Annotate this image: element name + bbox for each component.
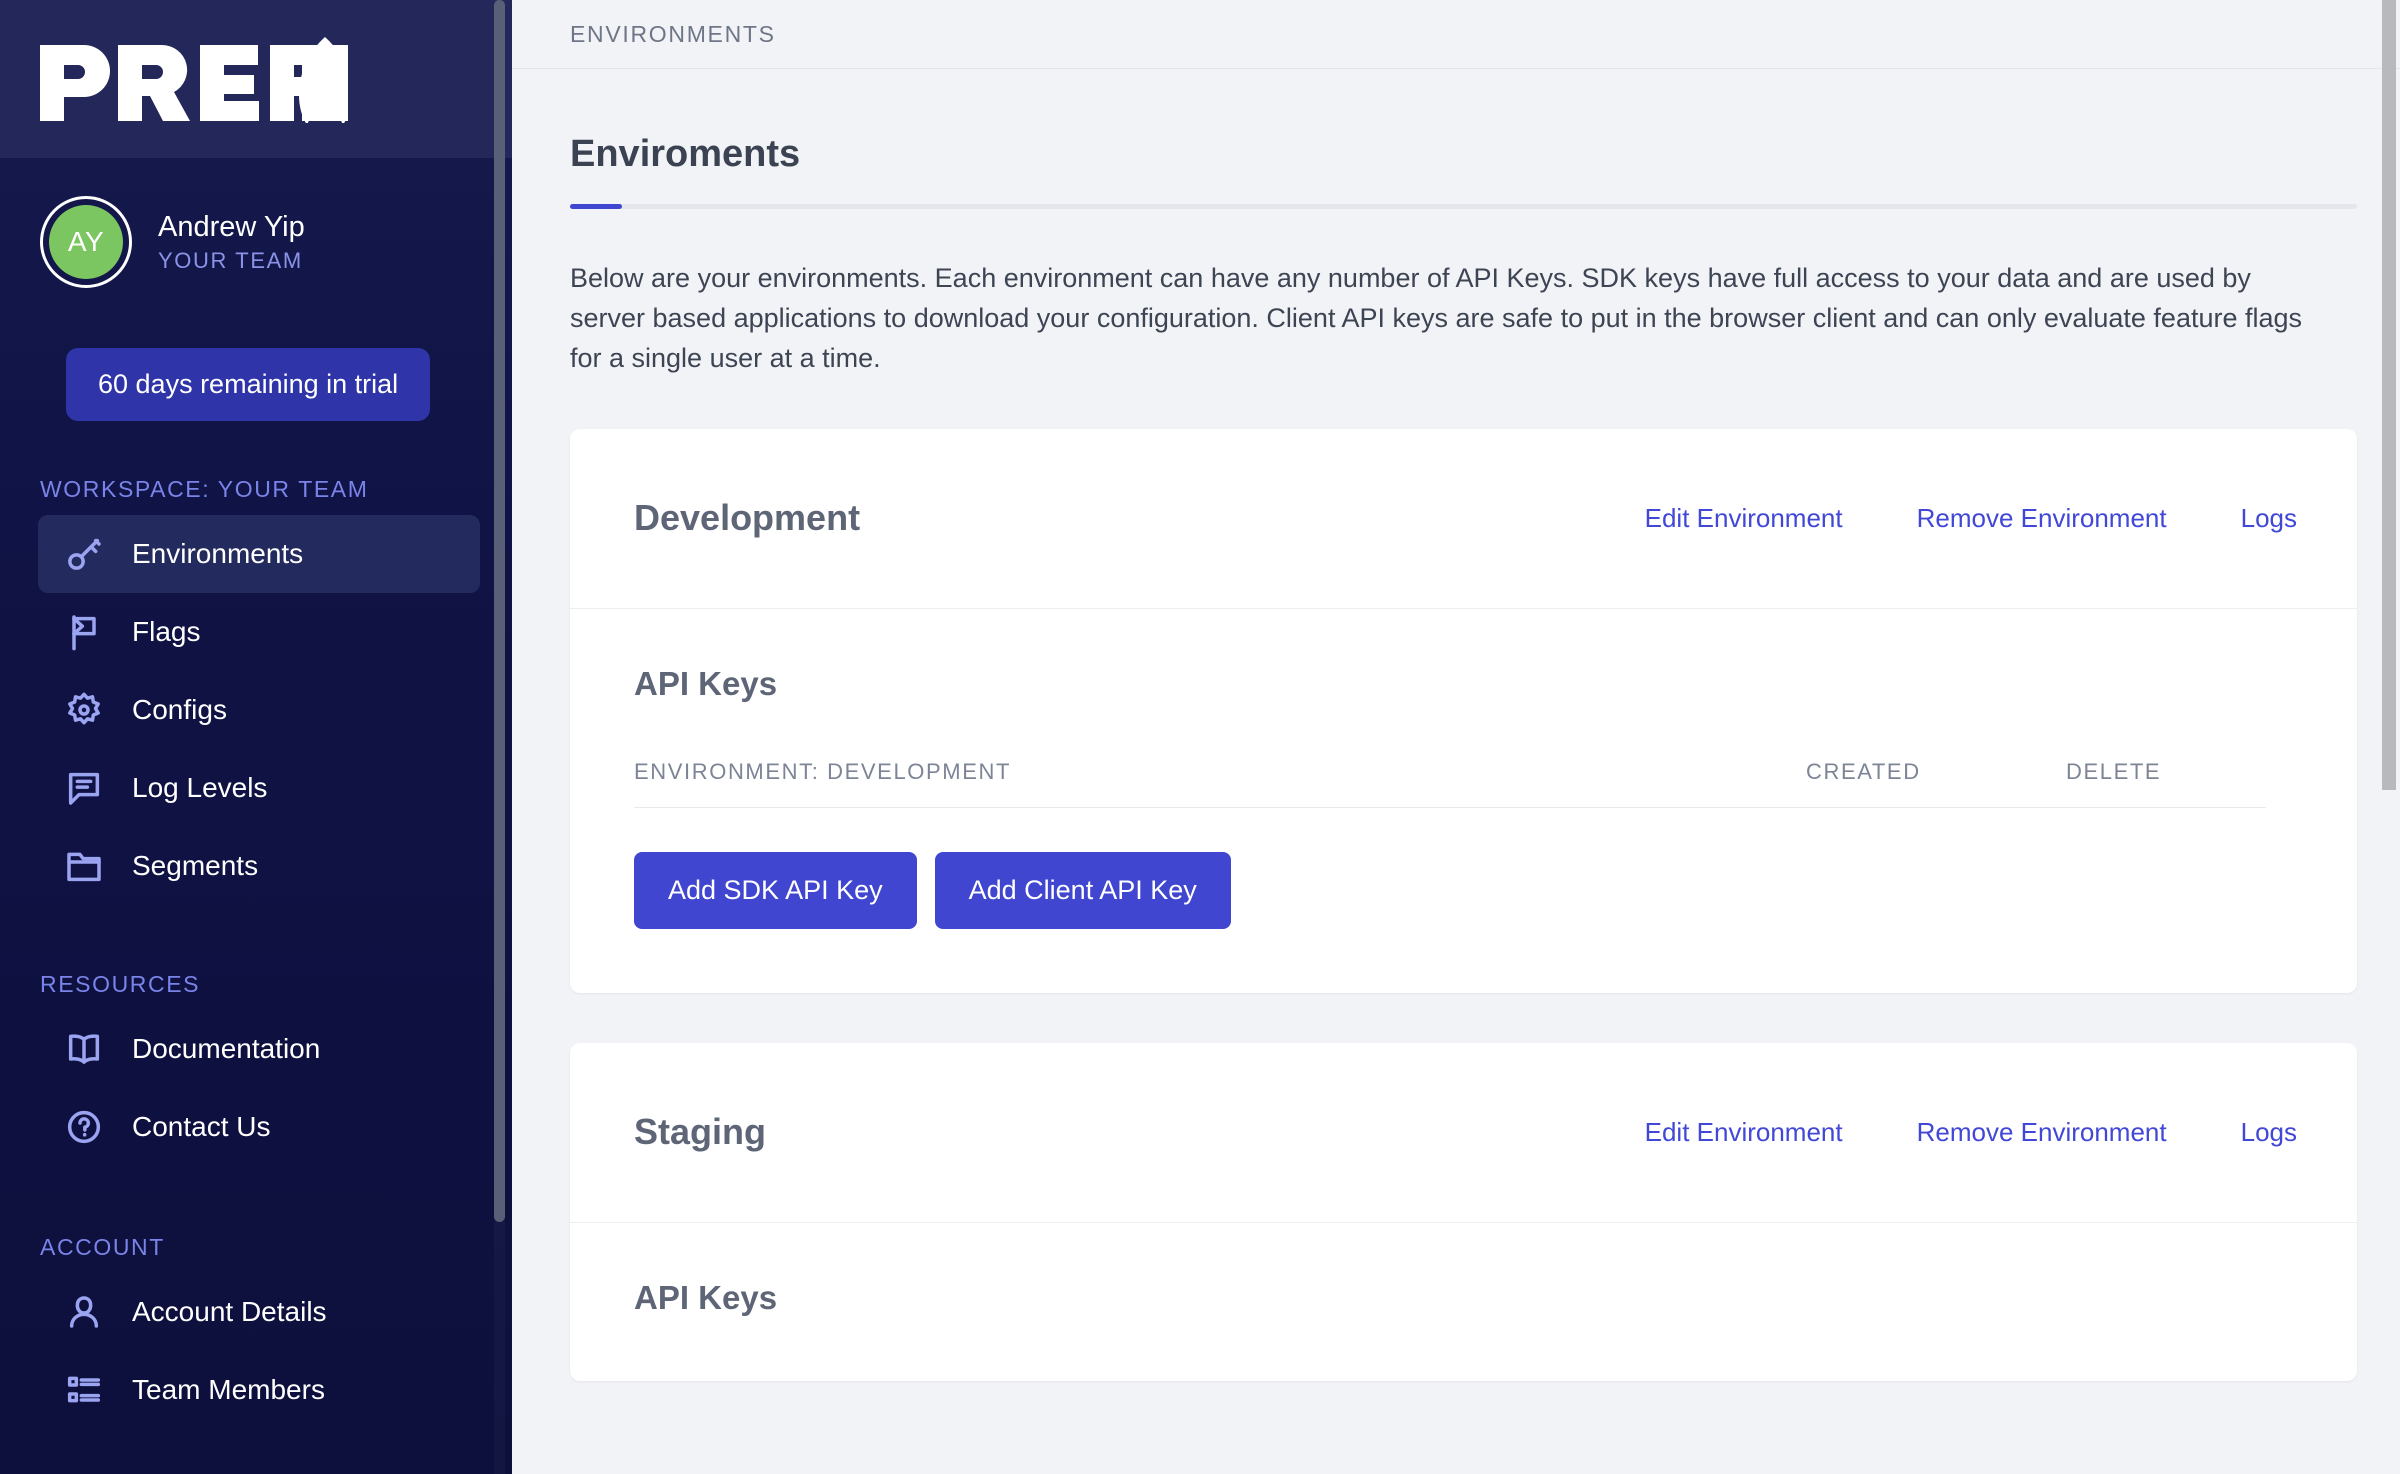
environment-card-header: Staging Edit Environment Remove Environm… — [570, 1043, 2357, 1223]
title-accent-bar — [570, 204, 622, 209]
add-sdk-api-key-button[interactable]: Add SDK API Key — [634, 851, 917, 929]
environment-card-body: API Keys — [570, 1223, 2357, 1381]
sidebar-item-label: Flags — [132, 616, 201, 647]
breadcrumb: ENVIRONMENTS — [570, 20, 776, 47]
sidebar-scrollbar-thumb[interactable] — [494, 0, 505, 1222]
question-circle-icon — [64, 1107, 110, 1147]
main-content: ENVIRONMENTS Enviroments Below are your … — [512, 0, 2400, 1474]
prefab-logo-icon — [40, 37, 348, 123]
api-keys-heading: API Keys — [634, 1278, 778, 1316]
user-team: YOUR TEAM — [158, 248, 303, 274]
sidebar-item-label: Configs — [132, 694, 227, 725]
page-description: Below are your environments. Each enviro… — [570, 263, 2303, 373]
sidebar-item-environments[interactable]: Environments — [38, 515, 480, 593]
user-name: Andrew Yip — [158, 210, 305, 243]
environment-card-body: API Keys ENVIRONMENT: DEVELOPMENT CREATE… — [570, 609, 2357, 993]
sidebar-item-label: Contact Us — [132, 1111, 271, 1142]
topbar: ENVIRONMENTS — [512, 0, 2400, 69]
sidebar-nav-workspace: Environments Flags Configs Log Levels Se… — [0, 515, 512, 905]
trial-badge[interactable]: 60 days remaining in trial — [66, 348, 431, 421]
sidebar-section-workspace-label: WORKSPACE: YOUR TEAM — [40, 476, 369, 502]
person-icon — [64, 1292, 110, 1332]
sidebar-item-flags[interactable]: Flags — [38, 593, 480, 671]
content-area: Enviroments Below are your environments.… — [512, 69, 2400, 1381]
remove-environment-link[interactable]: Remove Environment — [1917, 503, 2167, 534]
avatar-initials: AY — [49, 205, 123, 279]
remove-environment-link[interactable]: Remove Environment — [1917, 1117, 2167, 1148]
column-header-created: CREATED — [1806, 758, 1921, 784]
sidebar-section-resources-label: RESOURCES — [40, 971, 201, 997]
title-underline — [570, 204, 2357, 209]
flag-icon — [64, 612, 110, 652]
sidebar-item-log-levels[interactable]: Log Levels — [38, 749, 480, 827]
book-icon — [64, 1029, 110, 1069]
environment-card: Staging Edit Environment Remove Environm… — [570, 1042, 2357, 1381]
folder-icon — [64, 846, 110, 886]
sidebar-item-account-details[interactable]: Account Details — [38, 1273, 480, 1351]
environment-card: Development Edit Environment Remove Envi… — [570, 428, 2357, 993]
api-keys-heading: API Keys — [634, 664, 778, 702]
sidebar-item-contact-us[interactable]: Contact Us — [38, 1088, 480, 1166]
gear-icon — [64, 690, 110, 730]
avatar: AY — [40, 196, 132, 288]
edit-environment-link[interactable]: Edit Environment — [1645, 503, 1843, 534]
api-keys-table-header: ENVIRONMENT: DEVELOPMENT CREATED DELETE — [634, 759, 2266, 808]
sidebar-item-label: Environments — [132, 538, 304, 569]
user-text: Andrew Yip YOUR TEAM — [158, 210, 305, 274]
environment-actions: Edit Environment Remove Environment Logs — [1645, 503, 2297, 534]
sidebar-section-account-label: ACCOUNT — [40, 1234, 165, 1260]
environment-name: Staging — [634, 1111, 766, 1153]
edit-environment-link[interactable]: Edit Environment — [1645, 1117, 1843, 1148]
logs-link[interactable]: Logs — [2241, 1117, 2297, 1148]
sidebar-nav-resources: Documentation Contact Us — [0, 1010, 512, 1166]
column-header-environment: ENVIRONMENT: DEVELOPMENT — [634, 758, 1012, 784]
sidebar-item-label: Documentation — [132, 1033, 321, 1064]
sidebar-item-team-members[interactable]: Team Members — [38, 1351, 480, 1429]
sidebar-item-label: Team Members — [132, 1374, 325, 1405]
environment-actions: Edit Environment Remove Environment Logs — [1645, 1117, 2297, 1148]
chat-lines-icon — [64, 768, 110, 808]
logs-link[interactable]: Logs — [2241, 503, 2297, 534]
trial-banner-wrap: 60 days remaining in trial — [0, 290, 512, 421]
environment-name: Development — [634, 497, 861, 539]
page-scrollbar-thumb[interactable] — [2382, 0, 2396, 790]
add-client-api-key-button[interactable]: Add Client API Key — [934, 851, 1231, 929]
list-icon — [64, 1370, 110, 1410]
sidebar-item-documentation[interactable]: Documentation — [38, 1010, 480, 1088]
app-root: AY Andrew Yip YOUR TEAM 60 days remainin… — [0, 0, 2400, 1474]
key-icon — [64, 534, 110, 574]
page-title: Enviroments — [570, 133, 801, 175]
api-keys-table: ENVIRONMENT: DEVELOPMENT CREATED DELETE — [634, 759, 2266, 808]
api-keys-buttons: Add SDK API Key Add Client API Key — [634, 851, 2293, 929]
sidebar-nav-account: Account Details Team Members — [0, 1273, 512, 1429]
user-profile[interactable]: AY Andrew Yip YOUR TEAM — [0, 158, 512, 290]
environment-card-header: Development Edit Environment Remove Envi… — [570, 429, 2357, 609]
column-header-delete: DELETE — [2066, 758, 2162, 784]
sidebar-item-label: Segments — [132, 850, 259, 881]
sidebar-item-configs[interactable]: Configs — [38, 671, 480, 749]
sidebar-item-label: Account Details — [132, 1296, 327, 1327]
brand-logo[interactable] — [0, 0, 512, 158]
sidebar: AY Andrew Yip YOUR TEAM 60 days remainin… — [0, 0, 512, 1474]
sidebar-item-segments[interactable]: Segments — [38, 827, 480, 905]
sidebar-item-label: Log Levels — [132, 772, 268, 803]
